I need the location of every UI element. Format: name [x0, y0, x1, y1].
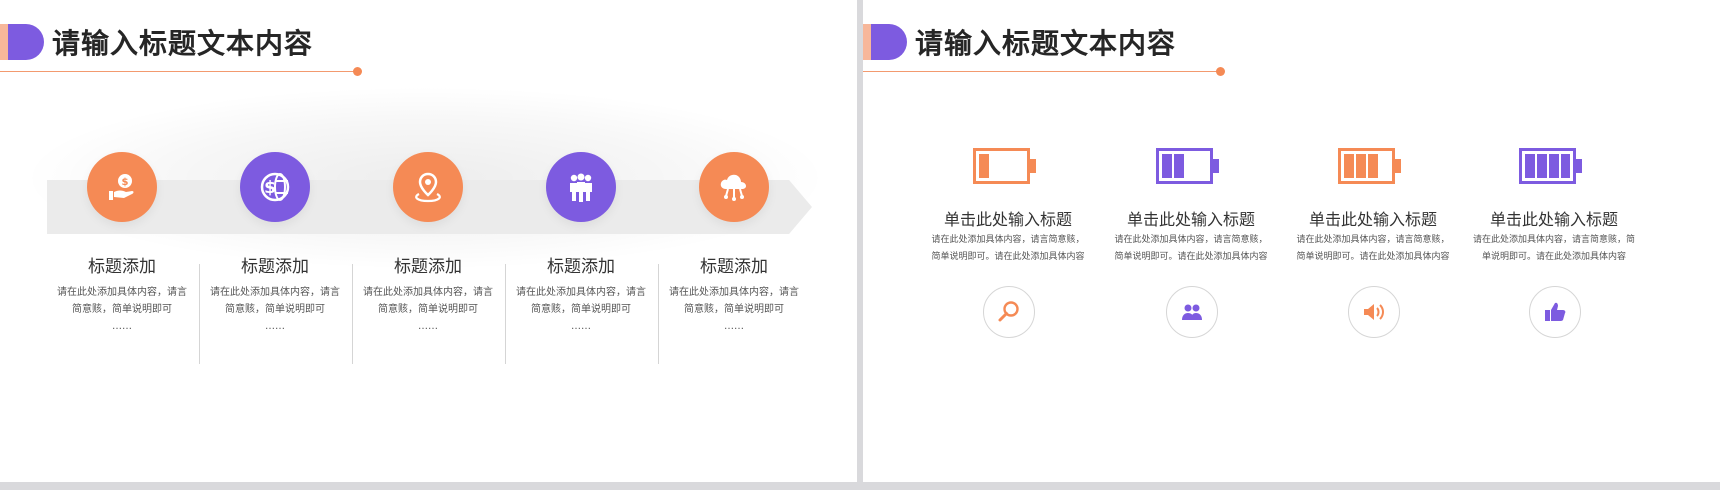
card-description-line: 请在此处添加具体内容，请言简意赅，简	[1472, 235, 1635, 245]
header-divider	[863, 71, 1221, 72]
slide-left: 请输入标题文本内容 $ 标题添加 请在此处添加具体内容，请言 简意赅，简单说明即…	[0, 0, 857, 482]
card-title[interactable]: 单击此处输入标题	[1469, 206, 1639, 230]
header-divider	[0, 71, 358, 72]
step-description[interactable]: 请在此处添加具体内容，请言 简意赅，简单说明即可 ……	[664, 284, 804, 335]
step-circle: $	[240, 152, 310, 222]
step-item[interactable]: $ 标题添加 请在此处添加具体内容，请言 简意赅，简单说明即可 ……	[52, 150, 192, 370]
step-description[interactable]: 请在此处添加具体内容，请言 简意赅，简单说明即可 ……	[52, 284, 192, 335]
step-description-line: ……	[724, 321, 744, 332]
card-description-line: 请在此处添加具体内容，请言简意赅，	[1114, 235, 1268, 245]
card-title[interactable]: 单击此处输入标题	[1288, 206, 1458, 230]
team-icon	[570, 173, 592, 202]
step-title[interactable]: 标题添加	[511, 252, 651, 277]
battery-icon	[1156, 148, 1219, 184]
card-description[interactable]: 请在此处添加具体内容，请言简意赅， 简单说明即可。请在此处添加具体内容	[1106, 232, 1276, 266]
cloud-network-icon	[720, 174, 746, 201]
icon-ring[interactable]	[1348, 286, 1400, 338]
step-description-line: 简意赅，简单说明即可	[225, 304, 325, 315]
battery-icon	[973, 148, 1036, 184]
card-description[interactable]: 请在此处添加具体内容，请言简意赅， 简单说明即可。请在此处添加具体内容	[923, 232, 1093, 266]
svg-text:$: $	[122, 177, 129, 188]
step-description-line: 简意赅，简单说明即可	[378, 304, 478, 315]
column-divider	[658, 264, 659, 364]
slide-right: 请输入标题文本内容 单击此处输入标题 请在此处添加具体内容，请言简意赅， 简单说…	[863, 0, 1720, 482]
feature-card[interactable]: 单击此处输入标题 请在此处添加具体内容，请言简意赅， 简单说明即可。请在此处添加…	[1106, 146, 1276, 346]
step-description[interactable]: 请在此处添加具体内容，请言 简意赅，简单说明即可 ……	[511, 284, 651, 335]
header-divider-dot	[353, 67, 362, 76]
card-description[interactable]: 请在此处添加具体内容，请言简意赅，简 单说明即可。请在此处添加具体内容	[1469, 232, 1639, 266]
battery-icon	[1519, 148, 1582, 184]
step-description-line: ……	[571, 321, 591, 332]
step-title[interactable]: 标题添加	[358, 252, 498, 277]
card-title[interactable]: 单击此处输入标题	[923, 206, 1093, 230]
step-circle	[699, 152, 769, 222]
step-description-line: 请在此处添加具体内容，请言	[210, 287, 340, 298]
step-item[interactable]: 标题添加 请在此处添加具体内容，请言 简意赅，简单说明即可 ……	[358, 150, 498, 370]
step-description-line: 简意赅，简单说明即可	[684, 304, 784, 315]
card-description-line: 简单说明即可。请在此处添加具体内容	[931, 252, 1085, 262]
page-title[interactable]: 请输入标题文本内容	[52, 22, 313, 62]
step-title[interactable]: 标题添加	[52, 252, 192, 277]
bottom-strip	[0, 482, 1720, 490]
step-description[interactable]: 请在此处添加具体内容，请言 简意赅，简单说明即可 ……	[358, 284, 498, 335]
location-pin-icon	[415, 172, 441, 203]
column-divider	[352, 264, 353, 364]
svg-text:$: $	[264, 178, 276, 198]
speaker-icon	[1364, 304, 1384, 320]
icon-ring[interactable]	[1529, 286, 1581, 338]
step-title[interactable]: 标题添加	[205, 252, 345, 277]
step-description-line: ……	[418, 321, 438, 332]
header-divider-dot	[1216, 67, 1225, 76]
step-description-line: 请在此处添加具体内容，请言	[57, 287, 187, 298]
step-item[interactable]: $ 标题添加 请在此处添加具体内容，请言 简意赅，简单说明即可 ……	[205, 150, 345, 370]
search-icon	[998, 301, 1019, 322]
step-item[interactable]: 标题添加 请在此处添加具体内容，请言 简意赅，简单说明即可 ……	[511, 150, 651, 370]
step-description-line: 请在此处添加具体内容，请言	[669, 287, 799, 298]
card-description-line: 请在此处添加具体内容，请言简意赅，	[1296, 235, 1450, 245]
step-title[interactable]: 标题添加	[664, 252, 804, 277]
step-description-line: 请在此处添加具体内容，请言	[363, 287, 493, 298]
card-description-line: 单说明即可。请在此处添加具体内容	[1481, 252, 1626, 262]
icon-ring[interactable]	[1166, 286, 1218, 338]
step-description[interactable]: 请在此处添加具体内容，请言 简意赅，简单说明即可 ……	[205, 284, 345, 335]
step-circle	[546, 152, 616, 222]
step-description-line: ……	[265, 321, 285, 332]
card-description-line: 请在此处添加具体内容，请言简意赅，	[931, 235, 1085, 245]
card-description-line: 简单说明即可。请在此处添加具体内容	[1114, 252, 1268, 262]
card-description-line: 简单说明即可。请在此处添加具体内容	[1296, 252, 1450, 262]
dollar-globe-icon: $	[260, 172, 290, 202]
step-description-line: ……	[112, 321, 132, 332]
users-icon	[1182, 304, 1202, 320]
step-circle: $	[87, 152, 157, 222]
feature-card[interactable]: 单击此处输入标题 请在此处添加具体内容，请言简意赅， 简单说明即可。请在此处添加…	[1288, 146, 1458, 346]
page-title[interactable]: 请输入标题文本内容	[915, 22, 1176, 62]
column-divider	[505, 264, 506, 364]
step-item[interactable]: 标题添加 请在此处添加具体内容，请言 简意赅，简单说明即可 ……	[664, 150, 804, 370]
feature-card[interactable]: 单击此处输入标题 请在此处添加具体内容，请言简意赅，简 单说明即可。请在此处添加…	[1469, 146, 1639, 346]
header-accent-purple	[871, 24, 907, 60]
thumbs-up-icon	[1545, 302, 1566, 321]
header-accent-purple	[8, 24, 44, 60]
step-description-line: 请在此处添加具体内容，请言	[516, 287, 646, 298]
step-description-line: 简意赅，简单说明即可	[531, 304, 631, 315]
feature-card[interactable]: 单击此处输入标题 请在此处添加具体内容，请言简意赅， 简单说明即可。请在此处添加…	[923, 146, 1093, 346]
icon-ring[interactable]	[983, 286, 1035, 338]
card-description[interactable]: 请在此处添加具体内容，请言简意赅， 简单说明即可。请在此处添加具体内容	[1288, 232, 1458, 266]
money-hand-icon: $	[109, 174, 134, 200]
battery-icon	[1338, 148, 1401, 184]
step-circle	[393, 152, 463, 222]
card-title[interactable]: 单击此处输入标题	[1106, 206, 1276, 230]
column-divider	[199, 264, 200, 364]
step-description-line: 简意赅，简单说明即可	[72, 304, 172, 315]
